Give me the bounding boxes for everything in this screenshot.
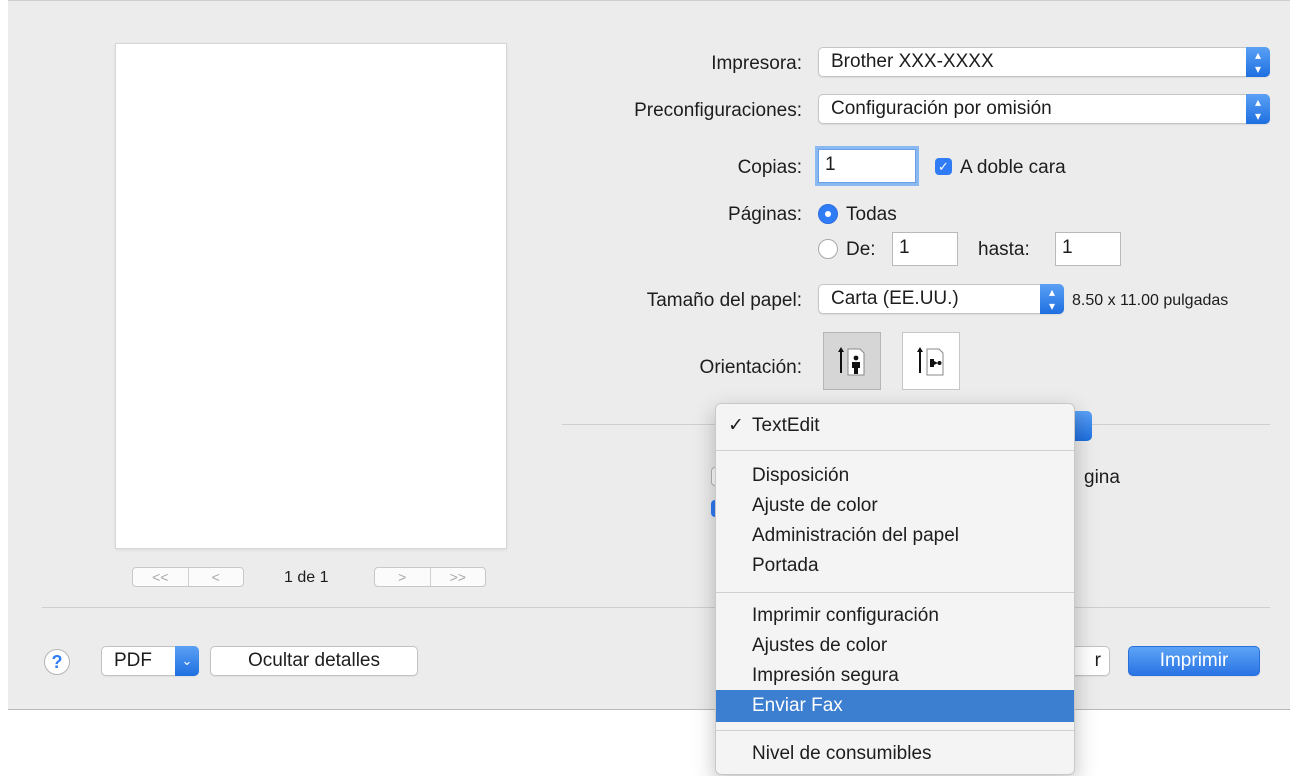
page-preview [116, 44, 506, 548]
pages-to-label: hasta: [978, 239, 1030, 260]
popup-arrows-icon: ▴ ▾ [1246, 47, 1270, 77]
help-button[interactable]: ? [44, 649, 70, 675]
menu-item-layout[interactable]: Disposición [716, 460, 1074, 492]
next-page-button[interactable]: > [375, 568, 430, 586]
menu-item-supply-levels[interactable]: Nivel de consumibles [716, 738, 1074, 770]
menu-item-cover-page[interactable]: Portada [716, 550, 1074, 582]
hide-details-button[interactable]: Ocultar detalles [210, 646, 418, 676]
menu-separator [716, 730, 1074, 731]
chevron-down-icon: ⌄ [175, 646, 199, 676]
printer-value: Brother XXX-XXXX [831, 51, 994, 72]
printer-label: Impresora: [711, 53, 802, 74]
preview-back-nav: << < [132, 567, 244, 587]
pages-all-label: Todas [846, 204, 897, 225]
menu-item-secure-print[interactable]: Impresión segura [716, 660, 1074, 692]
menu-item-textedit[interactable]: ✓ TextEdit [716, 410, 1074, 442]
copies-label: Copias: [737, 157, 802, 178]
page-indicator: 1 de 1 [284, 569, 329, 586]
printer-popup[interactable]: Brother XXX-XXXX ▴ ▾ [818, 47, 1270, 77]
print-button[interactable]: Imprimir [1128, 646, 1260, 676]
menu-item-color-adjust[interactable]: Ajuste de color [716, 490, 1074, 522]
pdf-label: PDF [114, 650, 152, 671]
two-sided-label: A doble cara [960, 157, 1066, 178]
preview-forward-nav: > >> [374, 567, 486, 587]
paper-size-label: Tamaño del papel: [646, 290, 802, 311]
landscape-orientation-icon [917, 347, 944, 376]
partial-label-behind-menu: gina [1084, 467, 1120, 488]
pages-from-label: De: [846, 239, 876, 260]
paper-size-popup[interactable]: Carta (EE.UU.) ▴ ▾ [818, 284, 1064, 314]
menu-item-paper-handling[interactable]: Administración del papel [716, 520, 1074, 552]
paper-dimensions: 8.50 x 11.00 pulgadas [1072, 292, 1229, 309]
pdf-menu-button[interactable]: PDF ⌄ [101, 646, 199, 676]
cancel-fragment: r [1094, 650, 1101, 671]
presets-label: Preconfiguraciones: [634, 100, 802, 121]
two-sided-checkbox[interactable]: ✓ [935, 158, 952, 175]
paper-size-value: Carta (EE.UU.) [831, 288, 959, 309]
checkmark-icon: ✓ [728, 415, 744, 436]
menu-item-color-settings[interactable]: Ajustes de color [716, 630, 1074, 662]
popup-arrows-icon: ▴ ▾ [1040, 284, 1064, 314]
portrait-orientation-icon [838, 347, 865, 376]
menu-separator [716, 450, 1074, 451]
popup-behind-menu-edge [1074, 411, 1092, 441]
pages-range-radio[interactable] [818, 239, 838, 259]
orientation-label: Orientación: [699, 357, 802, 378]
presets-popup[interactable]: Configuración por omisión ▴ ▾ [818, 94, 1270, 124]
menu-item-print-settings[interactable]: Imprimir configuración [716, 600, 1074, 632]
popup-arrows-icon: ▴ ▾ [1246, 94, 1270, 124]
copies-field[interactable]: 1 [818, 149, 916, 183]
footer-separator [42, 607, 1270, 608]
pages-all-radio[interactable] [818, 204, 838, 224]
previous-page-button[interactable]: < [187, 568, 244, 586]
pages-label: Páginas: [728, 204, 802, 225]
print-dialog: << < 1 de 1 > >> Impresora: Brother XXX-… [8, 0, 1290, 710]
pane-selector-menu: ✓ TextEdit Disposición Ajuste de color A… [715, 403, 1075, 775]
pages-from-field[interactable]: 1 [892, 232, 958, 266]
landscape-orientation-button[interactable] [902, 332, 960, 390]
first-page-button[interactable]: << [133, 568, 188, 586]
presets-value: Configuración por omisión [831, 98, 1052, 119]
pages-to-field[interactable]: 1 [1055, 232, 1121, 266]
menu-item-send-fax[interactable]: Enviar Fax [716, 690, 1074, 722]
portrait-orientation-button[interactable] [823, 332, 881, 390]
menu-item-label: TextEdit [752, 415, 820, 436]
last-page-button[interactable]: >> [429, 568, 486, 586]
menu-separator [716, 592, 1074, 593]
